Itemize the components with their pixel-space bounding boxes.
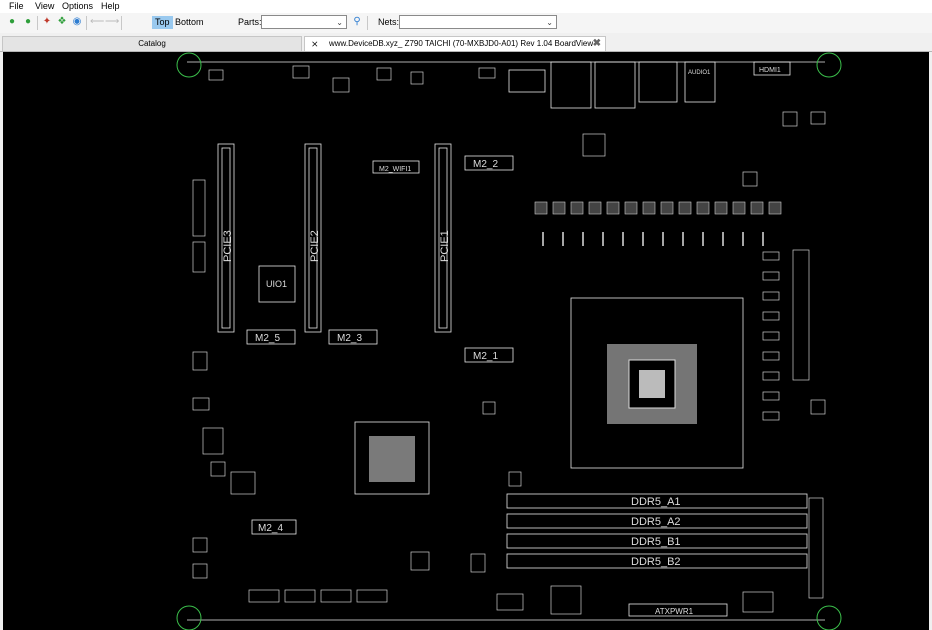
toolbar-separator — [37, 16, 38, 30]
toolbar-separator — [121, 16, 122, 30]
uio1-chip[interactable]: UIO1 — [258, 265, 296, 303]
board-canvas[interactable]: PCIE3 PCIE2 PCIE1 M2_WIFI1 M2_2 M2_5 M2_… — [3, 52, 929, 630]
pcie3-slot[interactable]: PCIE3 — [217, 143, 235, 333]
ddr5-b2-slot[interactable]: DDR5_B2 — [506, 553, 808, 569]
board-viewer[interactable]: PCIE3 PCIE2 PCIE1 M2_WIFI1 M2_2 M2_5 M2_… — [3, 52, 929, 630]
tab-catalog[interactable]: Catalog — [2, 36, 302, 51]
fit-icon[interactable]: ❖ — [56, 16, 68, 28]
toolbar: ● ● ✦ ❖ ◉ ⟵ ⟶ Top Bottom Parts: ⌄ ⚲ Nets… — [0, 13, 932, 33]
m2-wifi-connector[interactable]: M2_WIFI1 — [372, 160, 420, 174]
m2-5-connector[interactable]: M2_5 — [246, 329, 296, 345]
m2-1-connector[interactable]: M2_1 — [464, 347, 514, 363]
atx-power-connector[interactable]: ATXPWR1 — [628, 603, 728, 617]
mounting-hole — [176, 605, 202, 630]
zoom-in-icon[interactable]: ● — [6, 16, 18, 28]
top-side-button[interactable]: Top — [152, 16, 173, 29]
pcie1-slot[interactable]: PCIE1 — [434, 143, 452, 333]
m2-4-connector[interactable]: M2_4 — [251, 519, 297, 535]
m2-2-label: M2_2 — [473, 159, 498, 170]
chevron-down-icon: ⌄ — [336, 18, 343, 27]
ddr5-a1-label: DDR5_A1 — [631, 496, 681, 508]
toolbar-separator — [367, 16, 368, 30]
m2-4-label: M2_4 — [258, 523, 283, 534]
forward-arrow-icon[interactable]: ⟶ — [105, 16, 119, 28]
pin-icon[interactable]: ⨯ — [311, 37, 319, 51]
zoom-area-icon[interactable]: ✦ — [41, 16, 53, 28]
m2-2-connector[interactable]: M2_2 — [464, 155, 514, 171]
back-arrow-icon[interactable]: ⟵ — [90, 16, 104, 28]
m2-wifi-label: M2_WIFI1 — [379, 166, 411, 173]
m2-3-label: M2_3 — [337, 333, 362, 344]
ddr5-a1-slot[interactable]: DDR5_A1 — [506, 493, 808, 509]
audio-label: AUDIO1 — [688, 70, 711, 76]
uio1-label: UIO1 — [266, 279, 287, 289]
chevron-down-icon: ⌄ — [546, 18, 553, 27]
parts-label: Parts: — [238, 17, 262, 27]
ddr5-b2-label: DDR5_B2 — [631, 556, 681, 568]
hdmi-label: HDMI1 — [759, 67, 781, 74]
menu-file[interactable]: File — [9, 1, 24, 11]
cpu-socket[interactable] — [570, 297, 744, 469]
menu-help[interactable]: Help — [101, 1, 120, 11]
m2-5-label: M2_5 — [255, 333, 280, 344]
pcie3-label: PCIE3 — [222, 230, 234, 262]
mounting-hole — [816, 605, 842, 630]
usb-stack — [508, 61, 678, 109]
tab-boardview[interactable]: ⨯ www.DeviceDB.xyz_ Z790 TAICHI (70-MXBJ… — [304, 36, 606, 51]
mounting-hole — [176, 52, 202, 78]
search-icon[interactable]: ⚲ — [351, 16, 363, 28]
bottom-side-button[interactable]: Bottom — [172, 16, 207, 29]
pcie2-slot[interactable]: PCIE2 — [304, 143, 322, 333]
tab-catalog-label: Catalog — [138, 39, 166, 48]
ddr5-a2-slot[interactable]: DDR5_A2 — [506, 513, 808, 529]
ddr5-a2-label: DDR5_A2 — [631, 516, 681, 528]
menu-view[interactable]: View — [35, 1, 54, 11]
chipset[interactable] — [354, 421, 430, 495]
pcie2-label: PCIE2 — [309, 230, 321, 262]
menu-bar: File View Options Help — [0, 0, 932, 13]
tab-strip: Catalog ⨯ www.DeviceDB.xyz_ Z790 TAICHI … — [0, 34, 932, 52]
nets-combobox[interactable]: ⌄ — [399, 15, 557, 29]
ddr5-b1-slot[interactable]: DDR5_B1 — [506, 533, 808, 549]
vrm-row — [534, 201, 782, 215]
tab-boardview-label: www.DeviceDB.xyz_ Z790 TAICHI (70-MXBJD0… — [329, 39, 594, 48]
audio-connector[interactable]: AUDIO1 — [684, 61, 716, 103]
toolbar-separator — [86, 16, 87, 30]
menu-options[interactable]: Options — [62, 1, 93, 11]
parts-combobox[interactable]: ⌄ — [261, 15, 347, 29]
small-components — [192, 65, 826, 615]
zoom-prev-icon[interactable]: ◉ — [71, 16, 83, 28]
m2-3-connector[interactable]: M2_3 — [328, 329, 378, 345]
hdmi-connector[interactable]: HDMI1 — [753, 61, 791, 76]
ddr5-b1-label: DDR5_B1 — [631, 536, 681, 548]
m2-1-label: M2_1 — [473, 351, 498, 362]
nets-label: Nets: — [378, 17, 400, 27]
atx-power-label: ATXPWR1 — [655, 607, 694, 616]
mounting-hole — [816, 52, 842, 78]
pcie1-label: PCIE1 — [439, 230, 451, 262]
close-icon[interactable]: ✖ — [593, 37, 601, 51]
zoom-out-icon[interactable]: ● — [22, 16, 34, 28]
vrm-inductors — [542, 232, 764, 246]
